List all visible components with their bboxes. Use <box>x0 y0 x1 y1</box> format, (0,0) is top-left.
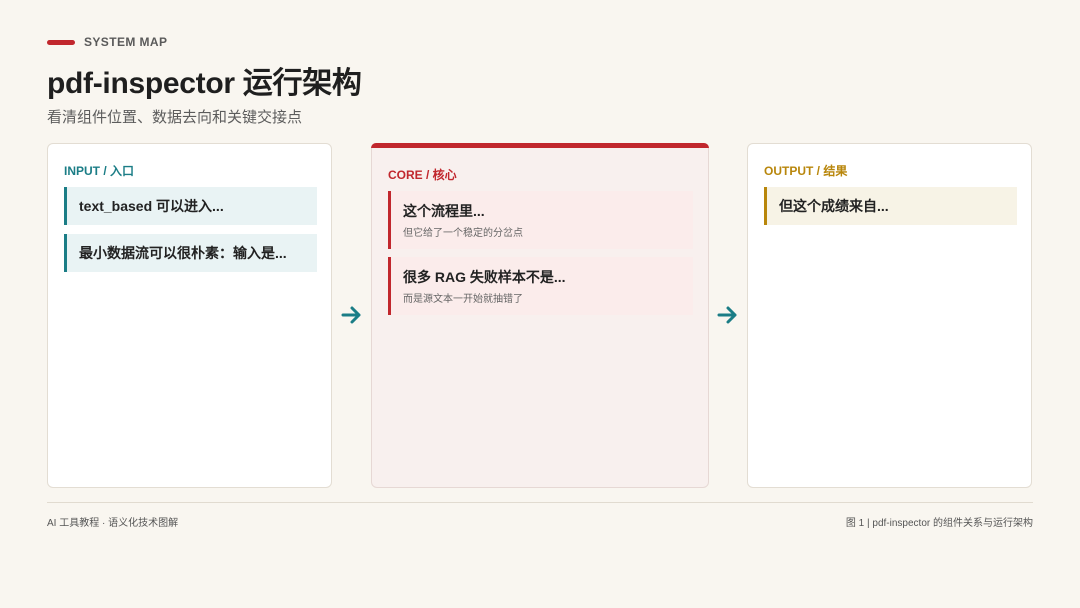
input-card-title: 最小数据流可以很朴素：输入是... <box>79 245 287 261</box>
output-card: 但这个成绩来自... <box>764 187 1017 225</box>
page-title: pdf-inspector 运行架构 <box>47 67 362 100</box>
core-card: 很多 RAG 失败样本不是... 而是源文本一开始就抽错了 <box>388 257 693 315</box>
input-card: 最小数据流可以很朴素：输入是... <box>64 234 317 272</box>
core-card: 这个流程里... 但它给了一个稳定的分岔点 <box>388 191 693 249</box>
core-card-title: 这个流程里... <box>403 203 485 219</box>
output-card-title: 但这个成绩来自... <box>779 198 889 214</box>
input-panel-label: INPUT / 入口 <box>64 164 135 178</box>
core-panel: CORE / 核心 这个流程里... 但它给了一个稳定的分岔点 很多 RAG 失… <box>371 143 709 488</box>
kicker: SYSTEM MAP <box>47 35 167 49</box>
kicker-accent-bar <box>47 39 75 45</box>
input-card-title: text_based 可以进入... <box>79 198 224 214</box>
arrow-right-icon <box>717 306 737 324</box>
kicker-label: SYSTEM MAP <box>84 35 168 49</box>
arrow-right-icon <box>341 306 361 324</box>
footer-divider <box>47 502 1033 503</box>
footer-source: AI 工具教程 · 语义化技术图解 <box>47 518 179 529</box>
core-panel-label: CORE / 核心 <box>388 168 457 182</box>
figure-caption: 图 1 | pdf-inspector 的组件关系与运行架构 <box>845 518 1033 529</box>
output-panel-label: OUTPUT / 结果 <box>764 164 848 178</box>
output-panel: OUTPUT / 结果 但这个成绩来自... <box>747 143 1032 488</box>
core-card-title: 很多 RAG 失败样本不是... <box>403 269 566 285</box>
input-panel: INPUT / 入口 text_based 可以进入... 最小数据流可以很朴素… <box>47 143 332 488</box>
core-panel-accent-bar <box>371 143 709 148</box>
core-card-subtitle: 而是源文本一开始就抽错了 <box>403 294 523 305</box>
input-card: text_based 可以进入... <box>64 187 317 225</box>
core-card-subtitle: 但它给了一个稳定的分岔点 <box>403 228 523 239</box>
page-subtitle: 看清组件位置、数据去向和关键交接点 <box>47 109 303 126</box>
